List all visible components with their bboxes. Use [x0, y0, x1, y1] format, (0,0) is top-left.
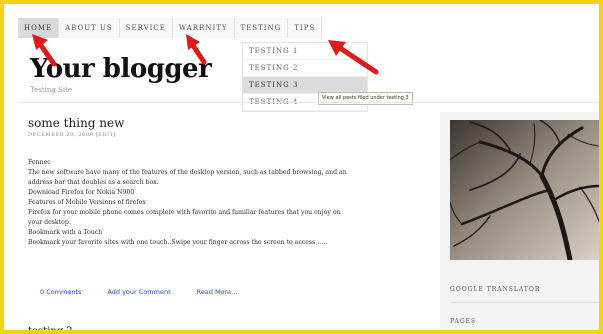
- post-body-line: Bookmark your favorite sites with one to…: [28, 239, 328, 246]
- post-body-line: your desktop.: [28, 219, 71, 226]
- post-body-line: Firefox for your mobile phone comes comp…: [28, 209, 341, 216]
- sidebar: GOOGLE TRANSLATOR PAGES: [440, 112, 599, 330]
- add-comment-link[interactable]: Add your Comment: [107, 288, 170, 296]
- sidebar-photo-bare-tree: [450, 120, 599, 260]
- comments-link[interactable]: 0 Comments: [40, 288, 81, 296]
- nav-item-about-us[interactable]: ABOUT US: [59, 18, 120, 38]
- nav-item-testing[interactable]: TESTING: [234, 18, 289, 38]
- nav-item-service[interactable]: SERVICE: [119, 18, 173, 38]
- post-body-line: Features of Mobile Versions of firefox: [28, 199, 146, 206]
- next-post-title[interactable]: testing 2: [28, 326, 73, 330]
- main-content: some thing new DECEMBER 20, 2009 [EDIT] …: [18, 112, 436, 330]
- pages-heading: PAGES: [450, 318, 477, 325]
- dropdown-tooltip: View all posts filed under testing 3: [318, 92, 413, 105]
- sidebar-divider: [450, 302, 599, 303]
- site-subtitle: Testing Site: [30, 86, 73, 94]
- post-body-line: Bookmark with a Touch: [28, 229, 103, 236]
- read-more-link[interactable]: Read More...: [197, 288, 238, 296]
- nav-item-tips[interactable]: TIPS: [288, 18, 323, 38]
- nav-item-warrnity[interactable]: WARRNITY: [172, 18, 235, 38]
- site-title[interactable]: Your blogger: [30, 54, 212, 84]
- top-navigation: HOME ABOUT US SERVICE WARRNITY TESTING T…: [18, 18, 323, 38]
- nav-item-home[interactable]: HOME: [18, 18, 60, 38]
- post-links: 0 Comments Add your Comment Read More...: [40, 288, 263, 296]
- post-body: Fennec The new software have many of the…: [28, 158, 432, 248]
- post-meta: DECEMBER 20, 2009 [EDIT]: [28, 132, 117, 138]
- post-title[interactable]: some thing new: [28, 116, 124, 130]
- post-body-line: Fennec: [28, 159, 51, 166]
- dropdown-item-testing-2[interactable]: TESTING 2: [243, 60, 367, 77]
- post-body-line: address bar that doubles as a search box…: [28, 179, 159, 186]
- google-translator-heading: GOOGLE TRANSLATOR: [450, 286, 541, 293]
- dropdown-item-testing-1[interactable]: TESTING 1: [243, 43, 367, 60]
- tree-image: [450, 120, 599, 260]
- post-body-line: Download Firefox for Nokia N900: [28, 189, 135, 196]
- screenshot-frame: HOME ABOUT US SERVICE WARRNITY TESTING T…: [0, 0, 603, 334]
- post-body-line: The new software have many of the featur…: [28, 169, 347, 176]
- header-divider: [18, 102, 599, 103]
